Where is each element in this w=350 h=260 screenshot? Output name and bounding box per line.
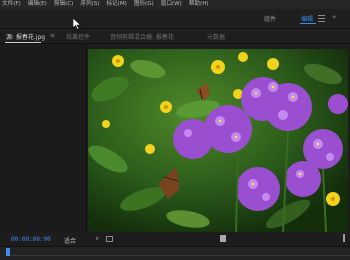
workspace-editing[interactable]: 编辑 bbox=[301, 14, 313, 23]
tab-effect-controls[interactable]: 效果控件 bbox=[66, 32, 90, 41]
menu-graphics[interactable]: 图形(G) bbox=[134, 0, 154, 9]
active-workspace-indicator bbox=[300, 23, 316, 24]
menu-file[interactable]: 文件(F) bbox=[2, 0, 21, 9]
hamburger-menu-icon[interactable] bbox=[317, 13, 327, 23]
chevron-right-icon[interactable]: » bbox=[332, 13, 336, 21]
chevron-down-icon[interactable]: ∨ bbox=[95, 235, 99, 242]
active-tab-indicator bbox=[5, 42, 41, 43]
cursor-icon bbox=[72, 17, 82, 32]
mini-timeline[interactable] bbox=[0, 246, 350, 260]
menu-help[interactable]: 帮助(H) bbox=[189, 0, 209, 9]
menu-clip[interactable]: 剪辑(C) bbox=[54, 0, 73, 9]
playhead-timecode[interactable]: 00:00:00:00 bbox=[11, 236, 51, 243]
workspace-bar: 组件 编辑 » bbox=[0, 9, 350, 29]
monitor-controls bbox=[0, 232, 350, 246]
timeline-track bbox=[10, 255, 350, 256]
menu-sequence[interactable]: 序列(S) bbox=[80, 0, 99, 9]
menu-markers[interactable]: 标记(M) bbox=[106, 0, 126, 9]
tab-audio-clip-mixer[interactable]: 音频剪辑混合器: 报春花 bbox=[110, 32, 174, 41]
menu-window[interactable]: 窗口(W) bbox=[161, 0, 182, 9]
workspace-assembly[interactable]: 组件 bbox=[264, 14, 276, 23]
tab-metadata[interactable]: 元数据 bbox=[207, 32, 225, 41]
zoom-fit-select[interactable]: 适合 bbox=[64, 236, 76, 245]
resolution-box-icon[interactable] bbox=[106, 236, 113, 242]
tab-menu-icon[interactable]: ≡ bbox=[50, 32, 55, 39]
settings-wrench-icon[interactable] bbox=[343, 234, 350, 242]
source-monitor-tabs: 源: 报春花.jpg ≡ 效果控件 音频剪辑混合器: 报春花 元数据 bbox=[0, 29, 350, 44]
source-monitor-viewer[interactable] bbox=[88, 49, 348, 232]
menu-bar: 文件(F) 编辑(E) 剪辑(C) 序列(S) 标记(M) 图形(G) 窗口(W… bbox=[0, 0, 350, 9]
tab-source[interactable]: 源: 报春花.jpg bbox=[6, 32, 45, 41]
primrose-photo bbox=[88, 49, 348, 232]
marker-button[interactable] bbox=[220, 235, 226, 242]
menu-edit[interactable]: 编辑(E) bbox=[28, 0, 47, 9]
left-panel bbox=[0, 29, 87, 236]
